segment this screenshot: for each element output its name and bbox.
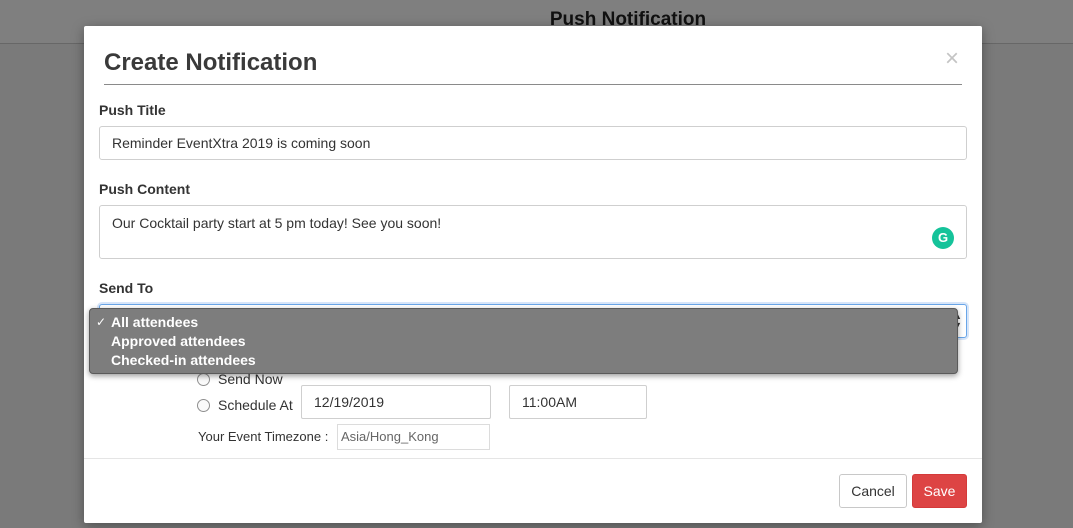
push-content-textarea[interactable]: Our Cocktail party start at 5 pm today! … [99,205,967,259]
timezone-label: Your Event Timezone : [198,429,329,444]
checkmark-icon: ✓ [96,315,107,329]
dropdown-option-label: All attendees [111,314,199,330]
push-content-text: Our Cocktail party start at 5 pm today! … [112,215,442,231]
send-to-label: Send To [99,280,154,296]
timezone-field: Asia/Hong_Kong [337,424,490,450]
push-title-label: Push Title [99,102,166,118]
dropdown-option-approved-attendees[interactable]: Approved attendees [90,332,957,351]
send-to-dropdown-menu: ✓ All attendees Approved attendees Check… [89,308,958,374]
footer-divider [84,458,982,459]
dropdown-option-all-attendees[interactable]: ✓ All attendees [90,313,957,332]
dropdown-option-label: Checked-in attendees [111,352,256,368]
modal-title: Create Notification [104,49,318,76]
create-notification-modal: Create Notification × Push Title Reminde… [84,26,982,523]
schedule-at-option[interactable]: Schedule At [197,397,293,413]
schedule-at-radio[interactable] [197,398,210,412]
send-now-radio[interactable] [197,372,210,386]
save-button[interactable]: Save [912,474,967,508]
cancel-button[interactable]: Cancel [839,474,907,508]
push-content-label: Push Content [99,181,190,197]
dropdown-option-label: Approved attendees [111,333,246,349]
push-title-input[interactable]: Reminder EventXtra 2019 is coming soon [99,126,967,160]
schedule-at-label: Schedule At [218,397,293,413]
schedule-date-input[interactable]: 12/19/2019 [301,385,491,419]
close-icon[interactable]: × [942,47,962,71]
dropdown-option-checked-in-attendees[interactable]: Checked-in attendees [90,351,957,370]
schedule-time-input[interactable]: 11:00AM [509,385,647,419]
title-divider [104,84,962,85]
grammarly-icon[interactable]: G [932,227,954,249]
